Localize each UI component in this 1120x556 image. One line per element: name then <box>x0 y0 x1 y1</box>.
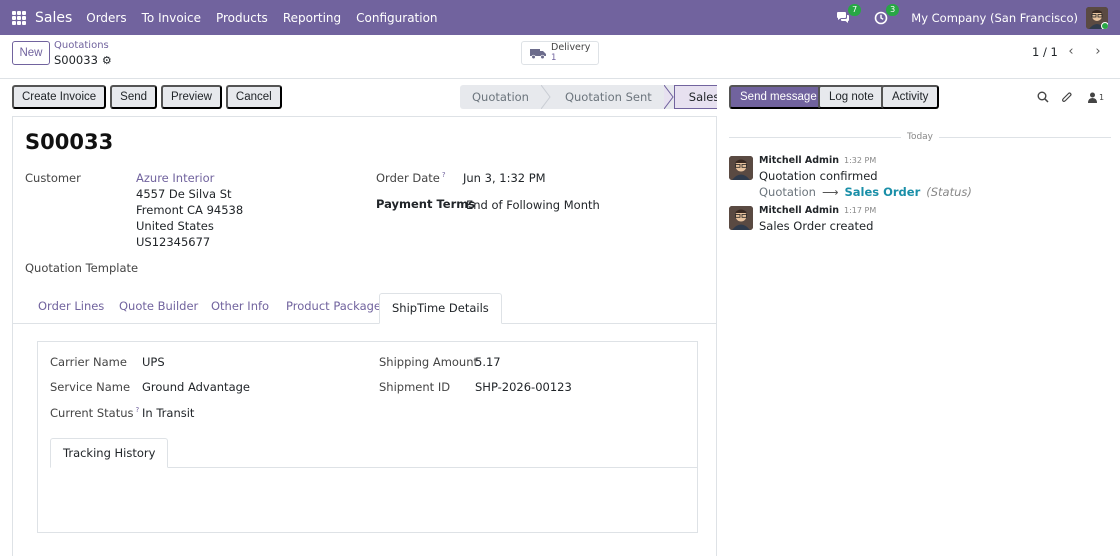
gear-icon[interactable]: ⚙ <box>102 54 112 67</box>
control-panel: New Quotations S00033 ⚙ Delivery 1 1 / 1… <box>0 35 1120 79</box>
breadcrumb-current-record: S00033 ⚙ <box>54 53 112 67</box>
message-time: 1:32 PM <box>843 156 877 165</box>
tab-other-info[interactable]: Other Info <box>211 299 269 313</box>
send-button[interactable]: Send <box>110 85 158 109</box>
current-status-value: In Transit <box>142 406 195 420</box>
date-separator-label: Today <box>906 132 934 142</box>
app-name[interactable]: Sales <box>35 10 72 26</box>
shipment-id-value: SHP-2026-00123 <box>475 380 572 394</box>
service-name-value: Ground Advantage <box>142 380 250 394</box>
breadcrumb-quotations[interactable]: Quotations <box>54 40 109 51</box>
tab-shiptime-details[interactable]: ShipTime Details <box>379 293 502 324</box>
menu-reporting[interactable]: Reporting <box>283 11 341 25</box>
help-tooltip-icon[interactable]: ? <box>136 406 140 414</box>
chatter-panel: Send message Log note Activity 1 Today M… <box>717 79 1120 556</box>
log-note-button[interactable]: Log note <box>818 85 885 109</box>
payment-terms-field[interactable]: End of Following Month <box>466 198 600 212</box>
activities-badge: 3 <box>886 3 900 16</box>
record-name-label: S00033 <box>54 53 98 67</box>
customer-link[interactable]: Azure Interior <box>136 171 214 185</box>
service-name-label: Service Name <box>50 380 131 394</box>
messages-badge: 7 <box>848 3 862 16</box>
avatar[interactable] <box>729 156 753 180</box>
pager-previous-icon[interactable]: ‹ <box>1061 40 1081 62</box>
menu-orders[interactable]: Orders <box>86 11 126 25</box>
pager-value[interactable]: 1 / 1 <box>1032 45 1058 59</box>
create-invoice-button[interactable]: Create Invoice <box>12 85 107 109</box>
menu-products[interactable]: Products <box>216 11 268 25</box>
address-line-2: Fremont CA 94538 <box>136 203 244 217</box>
arrow-right-icon: ⟶ <box>821 185 839 199</box>
company-switcher[interactable]: My Company (San Francisco) <box>911 11 1078 25</box>
shiptime-details-panel: Carrier Name UPS Service Name Ground Adv… <box>37 341 698 533</box>
followers-icon[interactable]: 1 <box>1084 90 1108 104</box>
avatar[interactable] <box>729 206 753 230</box>
message-author[interactable]: Mitchell Admin 1:17 PM <box>759 205 876 216</box>
tracking-value-change: Quotation ⟶ Sales Order (Status) <box>759 185 972 199</box>
top-navbar: Sales Orders To Invoice Products Reporti… <box>0 0 1120 35</box>
form-sheet: S00033 Customer Azure Interior 4557 De S… <box>12 116 717 556</box>
tab-tracking-history[interactable]: Tracking History <box>50 438 169 468</box>
shipment-id-label: Shipment ID <box>379 380 451 394</box>
online-status-dot <box>1101 21 1108 29</box>
tab-product-package[interactable]: Product Package <box>286 299 381 313</box>
stage-separator-chevron <box>663 85 674 109</box>
current-status-label: Current Status? <box>50 406 140 420</box>
customer-vat: US12345677 <box>136 235 211 249</box>
stage-quotation-sent[interactable]: Quotation Sent <box>550 85 664 109</box>
apps-menu-icon[interactable] <box>12 10 26 25</box>
statusbar-actions: Create Invoice Send Preview Cancel <box>12 85 286 109</box>
tracking-tabs: Tracking History <box>50 438 697 468</box>
customer-label: Customer <box>25 171 81 185</box>
message-body: Quotation confirmed <box>759 169 878 183</box>
order-date-field[interactable]: Jun 3, 1:32 PM <box>463 171 546 185</box>
delivery-count: 1 <box>551 53 557 63</box>
page-title: S00033 <box>25 130 114 154</box>
tracking-field-name: (Status) <box>926 185 972 199</box>
message-author[interactable]: Mitchell Admin 1:32 PM <box>759 155 876 166</box>
pager-next-icon[interactable]: › <box>1088 40 1108 62</box>
followers-count: 1 <box>1098 92 1105 102</box>
date-separator: Today <box>729 132 1111 142</box>
menu-to-invoice[interactable]: To Invoice <box>142 11 201 25</box>
cancel-button[interactable]: Cancel <box>225 85 282 109</box>
user-avatar[interactable] <box>1086 6 1108 29</box>
activity-button[interactable]: Activity <box>881 85 940 109</box>
tracking-new-value: Sales Order <box>844 185 921 199</box>
tab-quote-builder[interactable]: Quote Builder <box>119 299 198 313</box>
messaging-icon[interactable]: 7 <box>835 3 862 26</box>
activity-clock-icon[interactable]: 3 <box>873 3 900 26</box>
new-button[interactable]: New <box>12 41 50 65</box>
shipping-amount-value: 5.17 <box>475 355 501 369</box>
address-line-1: 4557 De Silva St <box>136 187 232 201</box>
search-icon[interactable] <box>1036 90 1050 104</box>
shipping-amount-label: Shipping Amount <box>379 355 479 369</box>
message-body: Sales Order created <box>759 219 874 233</box>
carrier-name-value: UPS <box>142 355 165 369</box>
preview-button[interactable]: Preview <box>161 85 222 109</box>
stage-quotation[interactable]: Quotation <box>460 85 541 109</box>
help-tooltip-icon[interactable]: ? <box>442 171 446 179</box>
carrier-name-label: Carrier Name <box>50 355 127 369</box>
paperclip-icon[interactable] <box>1060 90 1074 104</box>
quotation-template-label: Quotation Template <box>25 261 139 275</box>
stage-separator-chevron <box>540 85 551 109</box>
tracking-old-value: Quotation <box>759 185 816 199</box>
address-line-3: United States <box>136 219 214 233</box>
tab-order-lines[interactable]: Order Lines <box>38 299 104 313</box>
order-date-label: Order Date? <box>376 171 446 185</box>
truck-icon <box>530 48 546 59</box>
delivery-label: Delivery <box>551 42 591 53</box>
menu-configuration[interactable]: Configuration <box>356 11 437 25</box>
send-message-button[interactable]: Send message <box>729 85 828 109</box>
message-time: 1:17 PM <box>843 206 877 215</box>
payment-terms-label: Payment Terms <box>376 197 476 211</box>
delivery-smart-button[interactable]: Delivery 1 <box>521 41 599 65</box>
notebook-tabs: Order Lines Quote Builder Other Info Pro… <box>13 293 716 324</box>
